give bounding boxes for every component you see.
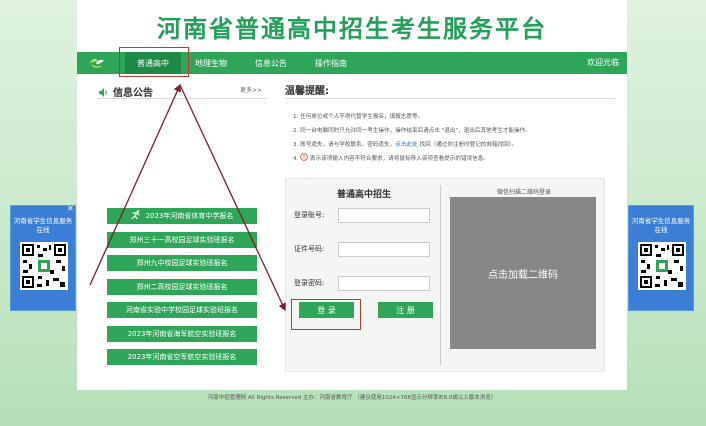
password-recovery-link[interactable]: 点击此处 [395, 142, 417, 148]
divider [440, 185, 441, 365]
load-qr-button[interactable]: 点击加载二维码 [450, 197, 596, 349]
tip-text: 2. 同一台电脑同时只允许同一考生操作，操作结束后请点击 "退出"，退出后其他考… [293, 128, 531, 134]
tip-text: 表示该项输入内容不符合要求，请将鼠标移入该项查看提示的错误信息。 [309, 156, 489, 162]
logo-icon [77, 52, 117, 74]
tip-item: 3. 账号遗失，请与学校联系。密码遗失，点击此处 找回（通过你注册时登记的邮箱找… [293, 138, 613, 152]
side-float-left[interactable]: ✕ 河南省学生信息服务在线 [10, 204, 76, 311]
side-float-text: 河南省学生信息服务在线 [13, 217, 73, 234]
side-float-text: 河南省学生信息服务在线 [631, 217, 691, 234]
highlight-box-nav [119, 47, 189, 77]
signup-button-sports-school[interactable]: 2023年河南省体育中学报名 [107, 208, 257, 224]
error-icon [300, 153, 310, 162]
highlight-box-login [291, 299, 361, 330]
login-form-title: 普通高中招生 [336, 190, 391, 200]
password-input[interactable] [338, 275, 430, 291]
side-float-right[interactable]: 河南省学生信息服务在线 [628, 205, 694, 311]
account-input[interactable] [338, 207, 430, 223]
tip-text: 1. 任何单位或个人不得代替学生报名，填报志愿等。 [293, 114, 424, 120]
nav-item-guide[interactable]: 操作指南 [301, 52, 361, 74]
id-number-label: 证件号码: [294, 245, 325, 253]
signup-button-navy-aviation[interactable]: 2023年河南省海军航空实验班报名 [107, 325, 257, 342]
signup-button-zz31-football[interactable]: 郑州三十一高校园足球实验班报名 [107, 231, 257, 248]
signup-button-airforce-aviation[interactable]: 2023年河南省空军航空实验班报名 [107, 349, 257, 365]
site-title: 河南省普通高中招生考生服务平台 [157, 14, 547, 43]
tip-text: 3. 账号遗失，请与学校联系。密码遗失， [293, 142, 396, 148]
running-icon [130, 210, 141, 222]
password-row: 登录密码: [294, 275, 430, 291]
notice-more-link[interactable]: 更多>> [240, 85, 262, 94]
close-icon[interactable]: ✕ [67, 204, 74, 213]
nav-item-geo-bio[interactable]: 地理生物 [181, 52, 241, 74]
tips-login-panel: 温馨提醒: 1. 任何单位或个人不得代替学生报名，填报志愿等。 2. 同一台电脑… [285, 74, 615, 390]
qr-code-icon [638, 242, 686, 290]
account-label: 登录账号: [294, 211, 325, 219]
id-number-input[interactable] [338, 241, 430, 257]
register-button[interactable]: 注 册 [378, 302, 433, 318]
footer: 河南中招管理网 All Rights Reserved 主办：河南省教育厅 （建… [207, 395, 497, 401]
welcome-text: 欢迎光临 [587, 58, 619, 67]
signup-button-zz2-football[interactable]: 郑州二高校园足球实验班报名 [107, 278, 257, 295]
password-label: 登录密码: [294, 279, 325, 287]
qr-code-icon [20, 242, 68, 290]
account-row: 登录账号: [294, 207, 430, 223]
tips-list: 1. 任何单位或个人不得代替学生报名，填报志愿等。 2. 同一台电脑同时只允许同… [293, 110, 613, 166]
tip-item: 4. 表示该项输入内容不符合要求，请将鼠标移入该项查看提示的错误信息。 [293, 152, 613, 166]
qr-login-title: 微信扫描二维码登录 [496, 189, 551, 196]
signup-button-experimental-football[interactable]: 河南省实验中学校园足球实验班报名 [107, 302, 257, 318]
signup-button-list: 2023年河南省体育中学报名 郑州三十一高校园足球实验班报名 郑州九中校园足球实… [107, 208, 257, 373]
tips-title: 温馨提醒: [285, 86, 329, 97]
login-form: 普通高中招生 登录账号: 证件号码: 登录密码: 登 录 注 册 [286, 179, 442, 373]
divider [97, 98, 267, 99]
header: 河南省普通高中招生考生服务平台 [77, 0, 627, 52]
nav-item-announcements[interactable]: 信息公告 [241, 52, 301, 74]
tip-item: 1. 任何单位或个人不得代替学生报名，填报志愿等。 [293, 110, 613, 124]
tip-text: 找回（通过你注册时登记的邮箱找回）。 [417, 142, 518, 148]
signup-button-label: 2023年河南省体育中学报名 [145, 212, 234, 220]
login-panel: 普通高中招生 登录账号: 证件号码: 登录密码: 登 录 注 册 微信扫描二维码… [285, 178, 605, 372]
id-number-row: 证件号码: [294, 241, 430, 257]
signup-button-zz9-football[interactable]: 郑州九中校园足球实验班报名 [107, 255, 257, 271]
tip-item: 2. 同一台电脑同时只允许同一考生操作，操作结束后请点击 "退出"，退出后其他考… [293, 124, 613, 138]
qr-login-area: 微信扫描二维码登录 点击加载二维码 [446, 179, 602, 373]
notice-panel: 信息公告 更多>> 2023年河南省体育中学报名 郑州三十一高校园足球实验班报名… [77, 74, 273, 390]
main-content: 信息公告 更多>> 2023年河南省体育中学报名 郑州三十一高校园足球实验班报名… [77, 74, 627, 390]
divider [285, 98, 615, 99]
notice-title: 信息公告 [113, 88, 153, 99]
